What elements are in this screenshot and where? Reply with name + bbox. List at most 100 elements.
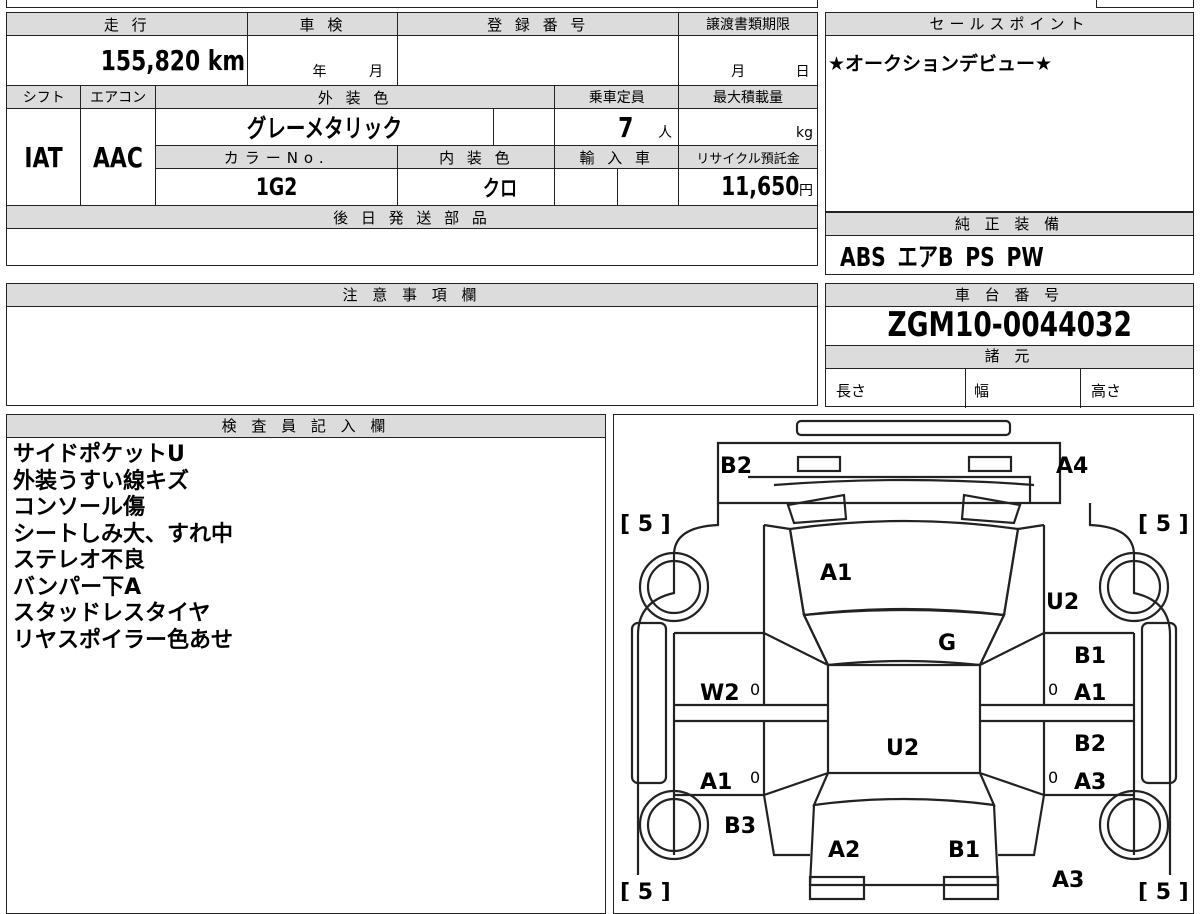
mark-b2-right: B2: [1074, 732, 1106, 757]
tire-tl-label: [ 5 ]: [620, 512, 671, 537]
capacity-value: 7: [617, 110, 633, 144]
tire-tr-label: [ 5 ]: [1138, 512, 1189, 537]
colorno-header: カラーNo.: [154, 145, 399, 169]
maxload-unit: kg: [678, 108, 818, 146]
chassis-panel: 車 台 番 号 ZGM10-0044032 諸 元 長さ 幅 高さ: [825, 283, 1194, 408]
caution-header: 注 意 事 項 欄: [7, 284, 817, 307]
sales-point-text: ★オークションデビュー★: [828, 53, 1053, 75]
ac-value: AAC: [93, 140, 144, 174]
chassis-header: 車 台 番 号: [826, 284, 1193, 307]
mark-w2-left: W2: [700, 681, 740, 706]
shift-value-cell: IAT: [5, 108, 82, 206]
inspector-header: 検 査 員 記 入 欄: [7, 415, 605, 438]
ac-value-cell: AAC: [80, 108, 156, 206]
maxload-header: 最大積載量: [678, 85, 818, 109]
chassis-value-wrap: ZGM10-0044032: [826, 306, 1193, 345]
note-item: コンソール傷: [13, 495, 146, 520]
mark-a3-bottom: A3: [1052, 868, 1084, 893]
recycle-value-cell: 11,650円: [678, 168, 818, 206]
mark-u2-roof: U2: [886, 736, 919, 761]
mark-b3-left: B3: [724, 814, 756, 839]
equipment-text: ABS エアB PS PW: [840, 243, 1044, 273]
tire-br-label: [ 5 ]: [1138, 880, 1189, 901]
equipment-text-wrap: ABS エアB PS PW: [840, 237, 1101, 274]
zero-mark: 0: [750, 680, 760, 699]
capacity-unit: 人: [658, 124, 673, 141]
top-strip-right: [1096, 0, 1194, 8]
colorno-value-cell: 1G2: [154, 168, 399, 206]
spec-height: 高さ: [1091, 382, 1122, 400]
exterior-header: 外 装 色: [154, 85, 556, 109]
later-parts-header: 後 日 発 送 部 品: [6, 205, 818, 229]
shift-header: シフト: [5, 85, 82, 109]
note-item: リヤスポイラー色あせ: [13, 627, 234, 653]
mark-b2-top: B2: [720, 454, 752, 479]
shaken-header: 車 検: [247, 12, 399, 36]
car-diagram: [ 5 ] [ 5 ] [ 5 ] [ 5 ] B2 A4 A1 U2 G B1…: [620, 419, 1189, 901]
note-item: スタッドレスタイヤ: [13, 601, 211, 626]
shaken-month-unit: 月: [368, 64, 383, 80]
exterior-value-cell: グレーメタリック: [154, 108, 494, 146]
mark-a1-right: A1: [1074, 681, 1106, 706]
import-header: 輸 入 車: [554, 145, 680, 169]
exterior-value: グレーメタリック: [246, 114, 403, 143]
caution-panel: 注 意 事 項 欄: [6, 283, 818, 406]
inspector-notes: サイドポケットU 外装うすい線キズ コンソール傷 シートしみ大、すれ中 ステレオ…: [13, 442, 233, 654]
mileage-cell: 155,820 km: [5, 35, 249, 86]
shaken-cell: 年 月: [247, 35, 399, 86]
transfer-month-unit: 月: [731, 64, 746, 80]
mark-a3-right: A3: [1074, 770, 1106, 795]
top-strip: [6, 0, 818, 8]
interior-header: 内 装 色: [397, 145, 556, 169]
recycle-unit: 円: [799, 183, 813, 199]
equipment-header: 純 正 装 備: [826, 213, 1193, 236]
mileage-value: 155,820 km: [101, 44, 246, 77]
sales-point-header: セールスポイント: [826, 13, 1193, 36]
sales-point-panel: セールスポイント ★オークションデビュー★: [825, 12, 1194, 212]
mileage-header: 走 行: [5, 12, 249, 36]
transfer-deadline-header: 譲渡書類期限: [678, 12, 818, 36]
note-item: 外装うすい線キズ: [13, 468, 190, 494]
inspector-panel: 検 査 員 記 入 欄 サイドポケットU 外装うすい線キズ コンソール傷 シート…: [6, 414, 606, 914]
transfer-deadline-cell: 月 日: [678, 35, 818, 86]
mark-b1-right: B1: [1074, 644, 1106, 669]
capacity-header: 乗車定員: [554, 85, 680, 109]
note-item: シートしみ大、すれ中: [13, 521, 234, 547]
mark-a2-rear: A2: [828, 838, 860, 863]
mark-a1-left: A1: [700, 770, 732, 795]
interior-value: クロ: [483, 177, 518, 202]
mark-a4-top: A4: [1056, 454, 1088, 479]
spec-width: 幅: [966, 368, 1081, 408]
tire-bl-label: [ 5 ]: [620, 880, 671, 901]
vehicle-info-table: 走 行 車 検 登 録 番 号 譲渡書類期限 155,820 km 年 月 月 …: [5, 12, 818, 266]
shaken-year-unit: 年: [312, 64, 327, 80]
chassis-value: ZGM10-0044032: [887, 305, 1132, 345]
interior-value-cell: クロ 系: [397, 168, 556, 206]
mark-g-glass: G: [938, 631, 956, 656]
mark-a1-hood: A1: [820, 561, 852, 586]
equipment-panel: 純 正 装 備 ABS エアB PS PW: [825, 212, 1194, 275]
import-cell-1: [554, 168, 618, 206]
ac-header: エアコン: [80, 85, 156, 109]
spec-length: 長さ: [826, 368, 966, 408]
capacity-value-cell: 7 人: [554, 108, 680, 146]
recycle-value: 11,650: [720, 172, 799, 202]
colorno-value: 1G2: [255, 173, 298, 201]
note-item: ステレオ不良: [13, 548, 146, 573]
later-parts-value: [6, 228, 818, 266]
shift-value: IAT: [24, 140, 63, 174]
zero-mark: 0: [1048, 768, 1058, 787]
damage-diagram-panel: [ 5 ] [ 5 ] [ 5 ] [ 5 ] B2 A4 A1 U2 G B1…: [613, 414, 1194, 914]
zero-mark: 0: [750, 768, 760, 787]
transfer-day-unit: 日: [795, 64, 810, 80]
mark-u2-right: U2: [1046, 590, 1079, 615]
note-item: バンパー下A: [13, 574, 142, 600]
note-item: サイドポケットU: [13, 442, 185, 467]
recycle-header: リサイクル預託金: [678, 145, 818, 169]
mark-b1-rear: B1: [948, 838, 980, 863]
registration-header: 登 録 番 号: [397, 12, 680, 36]
import-cell-2: [616, 168, 680, 206]
registration-value: [397, 35, 680, 86]
zero-mark: 0: [1048, 680, 1058, 699]
spec-header: 諸 元: [826, 345, 1193, 369]
